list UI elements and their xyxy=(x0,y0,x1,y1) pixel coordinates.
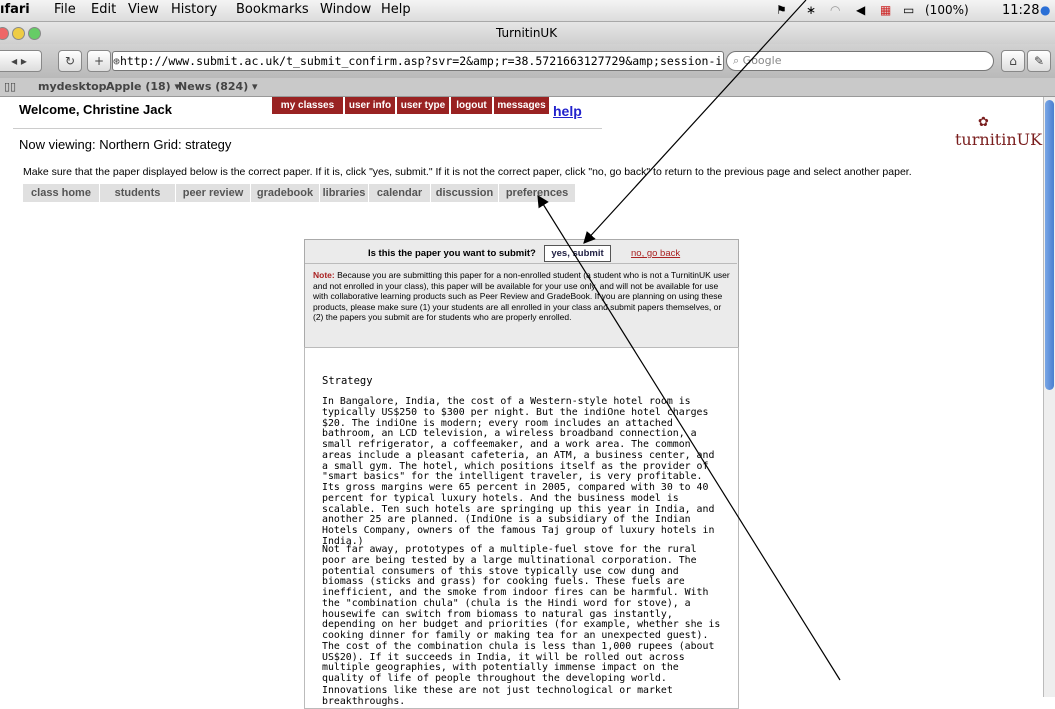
arrow-to-yes-submit xyxy=(583,0,807,244)
arrow-to-preferences xyxy=(537,194,841,681)
annotation-arrows xyxy=(537,0,841,681)
